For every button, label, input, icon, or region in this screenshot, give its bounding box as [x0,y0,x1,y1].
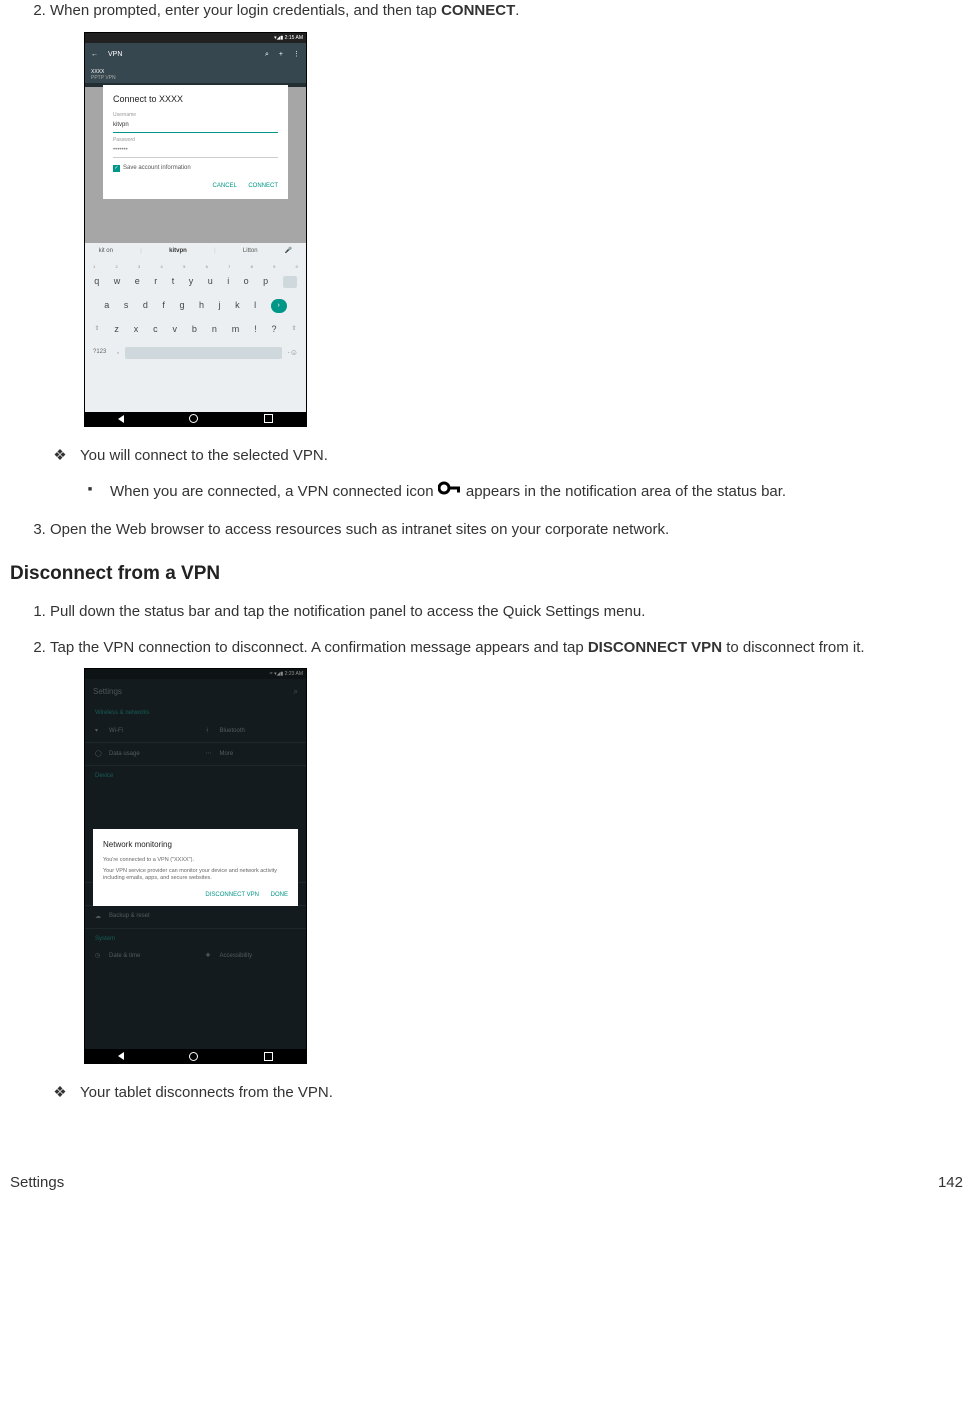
step-text: Pull down the status bar and tap the not… [50,603,645,620]
square-bullet-icon: ■ [80,485,100,496]
cancel-button[interactable]: CANCEL [213,183,237,189]
spacebar[interactable] [125,347,282,359]
app-bar: ← VPN ⌕ + ⋮ [85,43,306,67]
step-text: Tap the VPN connection to disconnect. A … [50,639,588,656]
save-account-checkbox[interactable]: ✓ Save account information [113,164,278,173]
footer-section: Settings [10,1174,64,1191]
result-bullet: ❖ Your tablet disconnects from the VPN. [50,1082,963,1104]
add-icon[interactable]: + [279,50,283,60]
backspace-key[interactable] [283,276,297,288]
back-nav-icon[interactable] [118,1052,124,1060]
diamond-bullet-icon: ❖ [50,1082,70,1104]
step-text: Open the Web browser to access resources… [50,521,669,538]
home-nav-icon[interactable] [189,1052,198,1061]
emoji-key[interactable]: ☺ [290,347,298,359]
nav-bar [85,412,306,426]
result-bullets: ❖ You will connect to the selected VPN. … [50,445,963,503]
diamond-bullet-icon: ❖ [50,445,70,467]
go-key[interactable]: › [271,299,287,313]
password-input[interactable]: ••••••• [113,144,278,158]
vpn-key-icon [438,480,462,503]
nav-bar [85,1049,306,1063]
symbols-key[interactable]: ?123 [93,348,117,357]
section-heading: Disconnect from a VPN [10,563,963,585]
screenshot-vpn-disconnect: ᵒʳ ▾◢▮ 2:23 AM Settings ⌕ Wireless & net… [84,668,963,1064]
result-bullet: ❖ You will connect to the selected VPN. … [50,445,963,503]
sub-result-bullet: ■ When you are connected, a VPN connecte… [80,481,963,504]
connect-step-3: Open the Web browser to access resources… [50,519,963,541]
home-nav-icon[interactable] [189,414,198,423]
username-input[interactable]: kitvpn [113,119,278,133]
step-text-tail: to disconnect from it. [722,639,865,656]
disconnect-steps-list: Pull down the status bar and tap the not… [10,601,963,1104]
recent-nav-icon[interactable] [264,414,273,423]
done-button[interactable]: DONE [271,892,288,898]
connect-button[interactable]: CONNECT [248,183,278,189]
status-bar: ▾◢▮ 2:15 AM [85,33,306,43]
dialog-line-2: Your VPN service provider can monitor yo… [103,868,288,883]
recent-nav-icon[interactable] [264,1052,273,1061]
network-monitoring-dialog: Network monitoring You're connected to a… [93,829,298,905]
search-icon[interactable]: ⌕ [265,50,269,60]
disconnect-step-1: Pull down the status bar and tap the not… [50,601,963,623]
disconnect-keyword: DISCONNECT VPN [588,639,722,656]
result-bullets: ❖ Your tablet disconnects from the VPN. [50,1082,963,1104]
more-icon[interactable]: ⋮ [293,50,300,60]
connect-step-2: When prompted, enter your login credenti… [50,0,963,503]
connect-keyword: CONNECT [441,2,515,19]
disconnect-vpn-button[interactable]: DISCONNECT VPN [205,892,259,898]
back-icon[interactable]: ← [91,50,98,60]
username-label: Username [113,112,278,119]
shift-key-right[interactable]: ⇧ [291,325,296,334]
keyboard-suggestions[interactable]: kit on | kitvpn | Litton 🎤 [85,243,306,261]
page-footer: Settings 142 [0,1174,973,1191]
appbar-title: VPN [108,50,122,60]
dialog-line-1: You're connected to a VPN ("XXXX"). [103,857,288,865]
step-text: When prompted, enter your login credenti… [50,2,441,19]
dialog-title: Connect to XXXX [113,93,278,106]
on-screen-keyboard[interactable]: 1234567890 qwertyuiop asdfghjkl › ⇧ zxcv… [85,261,306,412]
mic-icon[interactable]: 🎤 [285,247,292,256]
connect-steps-list: When prompted, enter your login credenti… [10,0,963,541]
step-text-tail: . [515,2,519,19]
password-label: Password [113,137,278,144]
back-nav-icon[interactable] [118,415,124,423]
screenshot-vpn-connect: ▾◢▮ 2:15 AM ← VPN ⌕ + ⋮ XXXX PPTP VPN Co… [84,32,963,427]
disconnect-step-2: Tap the VPN connection to disconnect. A … [50,637,963,1105]
connect-dialog: Connect to XXXX Username kitvpn Password… [103,85,288,199]
dialog-title: Network monitoring [103,839,288,851]
checkbox-icon: ✓ [113,165,120,172]
shift-key[interactable]: ⇧ [94,325,99,334]
footer-page-number: 142 [938,1174,963,1191]
